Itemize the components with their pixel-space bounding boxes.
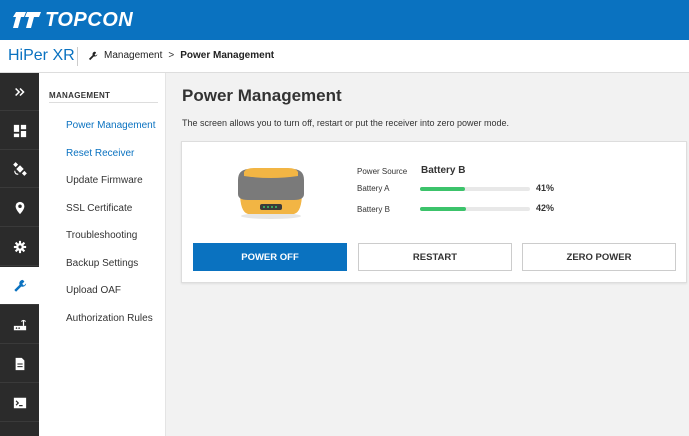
restart-button[interactable]: RESTART	[358, 243, 512, 271]
icon-rail	[0, 73, 39, 436]
menu-item-troubleshooting[interactable]: Troubleshooting	[66, 230, 137, 241]
battery-b-percent: 42%	[536, 203, 555, 213]
topcon-logo[interactable]: TOPCON	[12, 8, 133, 32]
power-source-label: Power Source	[357, 167, 408, 176]
rail-logs[interactable]	[0, 345, 39, 383]
power-source-value: Battery B	[421, 165, 466, 176]
router-icon	[13, 319, 26, 330]
zero-power-button[interactable]: ZERO POWER	[522, 243, 676, 271]
satellite-icon	[12, 161, 27, 176]
page-description: The screen allows you to turn off, resta…	[182, 118, 509, 128]
battery-b-label: Battery B	[357, 205, 390, 214]
rail-network[interactable]	[0, 306, 39, 344]
power-card: Power Source Battery B Battery A 41% Bat…	[181, 141, 687, 283]
breadcrumb: Management > Power Management	[88, 50, 274, 61]
menu-item-backup-settings[interactable]: Backup Settings	[66, 258, 138, 269]
rail-terminal[interactable]	[0, 384, 39, 422]
menu-item-update-firmware[interactable]: Update Firmware	[66, 175, 143, 186]
menu-item-authorization-rules[interactable]: Authorization Rules	[66, 313, 153, 324]
rail-dashboard[interactable]	[0, 112, 39, 150]
rail-management[interactable]	[0, 267, 39, 305]
topcon-logo-mark-icon	[13, 12, 41, 28]
management-menu: MANAGEMENT Power Management Reset Receiv…	[39, 73, 166, 436]
battery-a-percent: 41%	[536, 183, 555, 193]
rail-settings[interactable]	[0, 228, 39, 266]
menu-divider	[49, 102, 158, 103]
breadcrumb-parent[interactable]: Management	[104, 50, 162, 61]
document-icon	[15, 357, 24, 370]
menu-item-ssl-certificate[interactable]: SSL Certificate	[66, 203, 132, 214]
gear-icon	[13, 240, 26, 253]
wrench-icon	[88, 51, 98, 60]
battery-b-fill	[420, 207, 467, 211]
battery-a-label: Battery A	[357, 184, 390, 193]
rail-location[interactable]	[0, 189, 39, 227]
rail-expand[interactable]	[0, 73, 39, 111]
logo-text: TOPCON	[45, 8, 134, 31]
page-title: Power Management	[182, 86, 342, 105]
power-off-button[interactable]: POWER OFF	[193, 243, 347, 271]
location-pin-icon	[15, 201, 24, 214]
battery-b-bar	[420, 207, 530, 211]
terminal-icon	[13, 397, 26, 408]
rail-satellite[interactable]	[0, 150, 39, 188]
top-bar: TOPCON	[0, 0, 689, 40]
dashboard-icon	[13, 124, 26, 137]
main-content: Power Management The screen allows you t…	[166, 73, 689, 436]
menu-item-reset-receiver[interactable]: Reset Receiver	[66, 148, 134, 159]
menu-item-upload-oaf[interactable]: Upload OAF	[66, 285, 121, 296]
header-divider	[77, 47, 78, 66]
battery-a-bar	[420, 187, 530, 191]
breadcrumb-current: Power Management	[180, 50, 275, 61]
product-name: HiPer XR	[8, 47, 75, 64]
battery-a-fill	[420, 187, 466, 191]
breadcrumb-separator: >	[168, 50, 175, 61]
menu-item-power-management[interactable]: Power Management	[66, 120, 156, 131]
sub-header: HiPer XR Management > Power Management	[0, 40, 689, 73]
wrench-icon	[13, 279, 26, 292]
menu-title: MANAGEMENT	[49, 91, 111, 100]
expand-icon	[14, 87, 25, 96]
receiver-device-image	[238, 168, 304, 219]
